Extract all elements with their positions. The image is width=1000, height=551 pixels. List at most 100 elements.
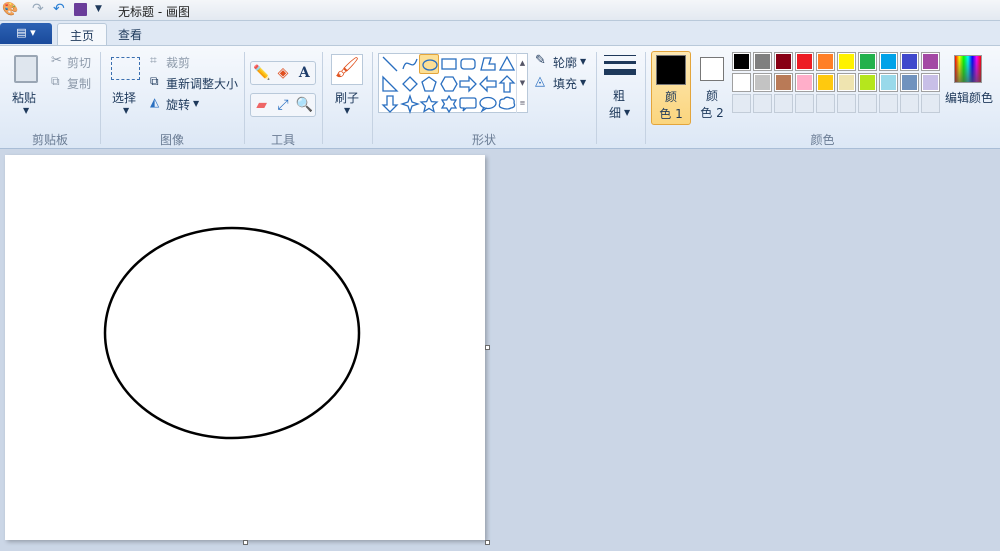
drawn-ellipse[interactable] bbox=[103, 226, 361, 440]
fill-dropdown-icon[interactable]: ▼ bbox=[580, 78, 586, 87]
shape-five-point-star-icon[interactable] bbox=[419, 94, 439, 114]
undo-icon[interactable]: ↶ bbox=[53, 1, 65, 17]
color2-button[interactable]: 颜 色 2 bbox=[693, 51, 731, 125]
shape-triangle-icon[interactable] bbox=[497, 54, 517, 74]
color-swatch[interactable] bbox=[921, 73, 940, 92]
copy-button[interactable]: 复制 bbox=[67, 75, 91, 92]
fill-bucket-icon[interactable]: ◈ bbox=[272, 62, 293, 84]
shape-rounded-callout-icon[interactable] bbox=[458, 94, 478, 114]
paint-app-icon[interactable]: 🎨 bbox=[2, 2, 18, 17]
redo-icon[interactable]: ↷ bbox=[32, 1, 44, 17]
shape-polygon-icon[interactable] bbox=[478, 54, 498, 74]
eraser-icon[interactable]: ▰ bbox=[251, 94, 272, 116]
custom-color-slot[interactable] bbox=[816, 94, 835, 113]
shape-right-arrow-icon[interactable] bbox=[458, 74, 478, 94]
shape-cloud-callout-icon[interactable] bbox=[497, 94, 517, 114]
resize-handle-corner[interactable] bbox=[485, 540, 490, 545]
brushes-dropdown-icon[interactable]: ▼ bbox=[344, 106, 350, 115]
outline-button[interactable]: 轮廓 bbox=[553, 54, 577, 71]
shapes-scrollbar[interactable]: ▲ ▼ ≡ bbox=[516, 53, 528, 113]
color-swatch[interactable] bbox=[921, 52, 940, 71]
shape-six-point-star-icon[interactable] bbox=[439, 94, 459, 114]
resize-handle-bottom[interactable] bbox=[243, 540, 248, 545]
shape-oval-icon[interactable] bbox=[419, 54, 439, 74]
custom-color-slot[interactable] bbox=[753, 94, 772, 113]
color-swatch[interactable] bbox=[900, 73, 919, 92]
shape-pentagon-icon[interactable] bbox=[419, 74, 439, 94]
custom-color-slot[interactable] bbox=[795, 94, 814, 113]
color-swatch[interactable] bbox=[879, 73, 898, 92]
size-button[interactable]: 细 bbox=[609, 104, 621, 121]
color-swatch[interactable] bbox=[900, 52, 919, 71]
select-dropdown-icon[interactable]: ▼ bbox=[123, 106, 129, 115]
color-swatch[interactable] bbox=[837, 52, 856, 71]
color1-button[interactable]: 颜 色 1 bbox=[651, 51, 691, 125]
resize-handle-right[interactable] bbox=[485, 345, 490, 350]
shape-four-point-star-icon[interactable] bbox=[399, 93, 420, 115]
brushes-button[interactable]: 刷子 bbox=[335, 89, 359, 106]
pencil-icon[interactable]: ✏️ bbox=[251, 62, 272, 84]
cut-button[interactable]: 剪切 bbox=[67, 54, 91, 71]
color-picker-icon[interactable]: ⤢ bbox=[272, 94, 293, 116]
color-swatch[interactable] bbox=[816, 73, 835, 92]
fill-icon: ◬ bbox=[535, 74, 545, 89]
save-icon[interactable] bbox=[74, 3, 87, 16]
color-swatch[interactable] bbox=[795, 52, 814, 71]
size-label-1[interactable]: 粗 bbox=[613, 87, 625, 104]
tab-home[interactable]: 主页 bbox=[57, 23, 108, 46]
shape-curve-icon[interactable] bbox=[400, 54, 420, 74]
color-swatch[interactable] bbox=[732, 73, 751, 92]
shape-up-arrow-icon[interactable] bbox=[497, 74, 517, 94]
custom-color-slot[interactable] bbox=[774, 94, 793, 113]
customize-dropdown-icon[interactable]: ▼ bbox=[95, 4, 102, 14]
paste-dropdown-icon[interactable]: ▼ bbox=[23, 106, 29, 115]
rotate-button[interactable]: 旋转 bbox=[166, 96, 190, 113]
color-swatch[interactable] bbox=[774, 73, 793, 92]
file-menu-button[interactable]: ▤ ▾ bbox=[0, 23, 52, 44]
shape-hexagon-icon[interactable] bbox=[439, 74, 459, 94]
color-swatch[interactable] bbox=[858, 73, 877, 92]
color-swatch[interactable] bbox=[732, 52, 751, 71]
select-button[interactable]: 选择 bbox=[112, 89, 136, 106]
custom-color-slot[interactable] bbox=[732, 94, 751, 113]
colors-group-label: 颜色 bbox=[810, 133, 835, 147]
rotate-dropdown-icon[interactable]: ▼ bbox=[193, 99, 199, 108]
custom-color-slot[interactable] bbox=[879, 94, 898, 113]
color-swatch[interactable] bbox=[774, 52, 793, 71]
fill-button[interactable]: 填充 bbox=[553, 75, 577, 92]
shape-diamond-icon[interactable] bbox=[400, 74, 420, 94]
shape-down-arrow-icon[interactable] bbox=[380, 94, 400, 114]
color-swatch[interactable] bbox=[858, 52, 877, 71]
custom-color-slot[interactable] bbox=[900, 94, 919, 113]
text-tool-icon[interactable]: A bbox=[294, 62, 315, 84]
shape-oval-callout-icon[interactable] bbox=[478, 94, 498, 114]
edit-colors-icon bbox=[954, 55, 982, 83]
crop-button[interactable]: 裁剪 bbox=[166, 54, 190, 71]
crop-icon: ⌗ bbox=[150, 53, 157, 67]
magnifier-icon[interactable]: 🔍 bbox=[294, 94, 315, 116]
shape-rounded-rectangle-icon[interactable] bbox=[458, 54, 478, 74]
shape-right-triangle-icon[interactable] bbox=[380, 74, 400, 94]
size-dropdown-icon[interactable]: ▼ bbox=[624, 108, 630, 117]
shape-left-arrow-icon[interactable] bbox=[478, 74, 498, 94]
drawing-canvas[interactable] bbox=[5, 155, 485, 540]
color-swatch[interactable] bbox=[753, 52, 772, 71]
custom-color-slot[interactable] bbox=[858, 94, 877, 113]
custom-color-slot[interactable] bbox=[921, 94, 940, 113]
shapes-group-label: 形状 bbox=[471, 133, 496, 147]
custom-color-slot[interactable] bbox=[837, 94, 856, 113]
color-swatch[interactable] bbox=[837, 73, 856, 92]
shape-line-icon[interactable] bbox=[380, 54, 400, 74]
shape-rectangle-icon[interactable] bbox=[439, 54, 459, 74]
edit-colors-button[interactable]: 编辑颜色 bbox=[945, 89, 993, 106]
color-swatch[interactable] bbox=[795, 73, 814, 92]
resize-button[interactable]: 重新调整大小 bbox=[166, 75, 238, 92]
color-swatch[interactable] bbox=[879, 52, 898, 71]
outline-dropdown-icon[interactable]: ▼ bbox=[580, 57, 586, 66]
color-swatch[interactable] bbox=[816, 52, 835, 71]
brush-icon[interactable]: 🖌 bbox=[331, 54, 363, 85]
paste-button[interactable]: 粘贴 bbox=[12, 89, 36, 106]
window-title: 无标题 - 画图 bbox=[118, 5, 190, 19]
tab-view[interactable]: 查看 bbox=[106, 23, 154, 46]
color-swatch[interactable] bbox=[753, 73, 772, 92]
